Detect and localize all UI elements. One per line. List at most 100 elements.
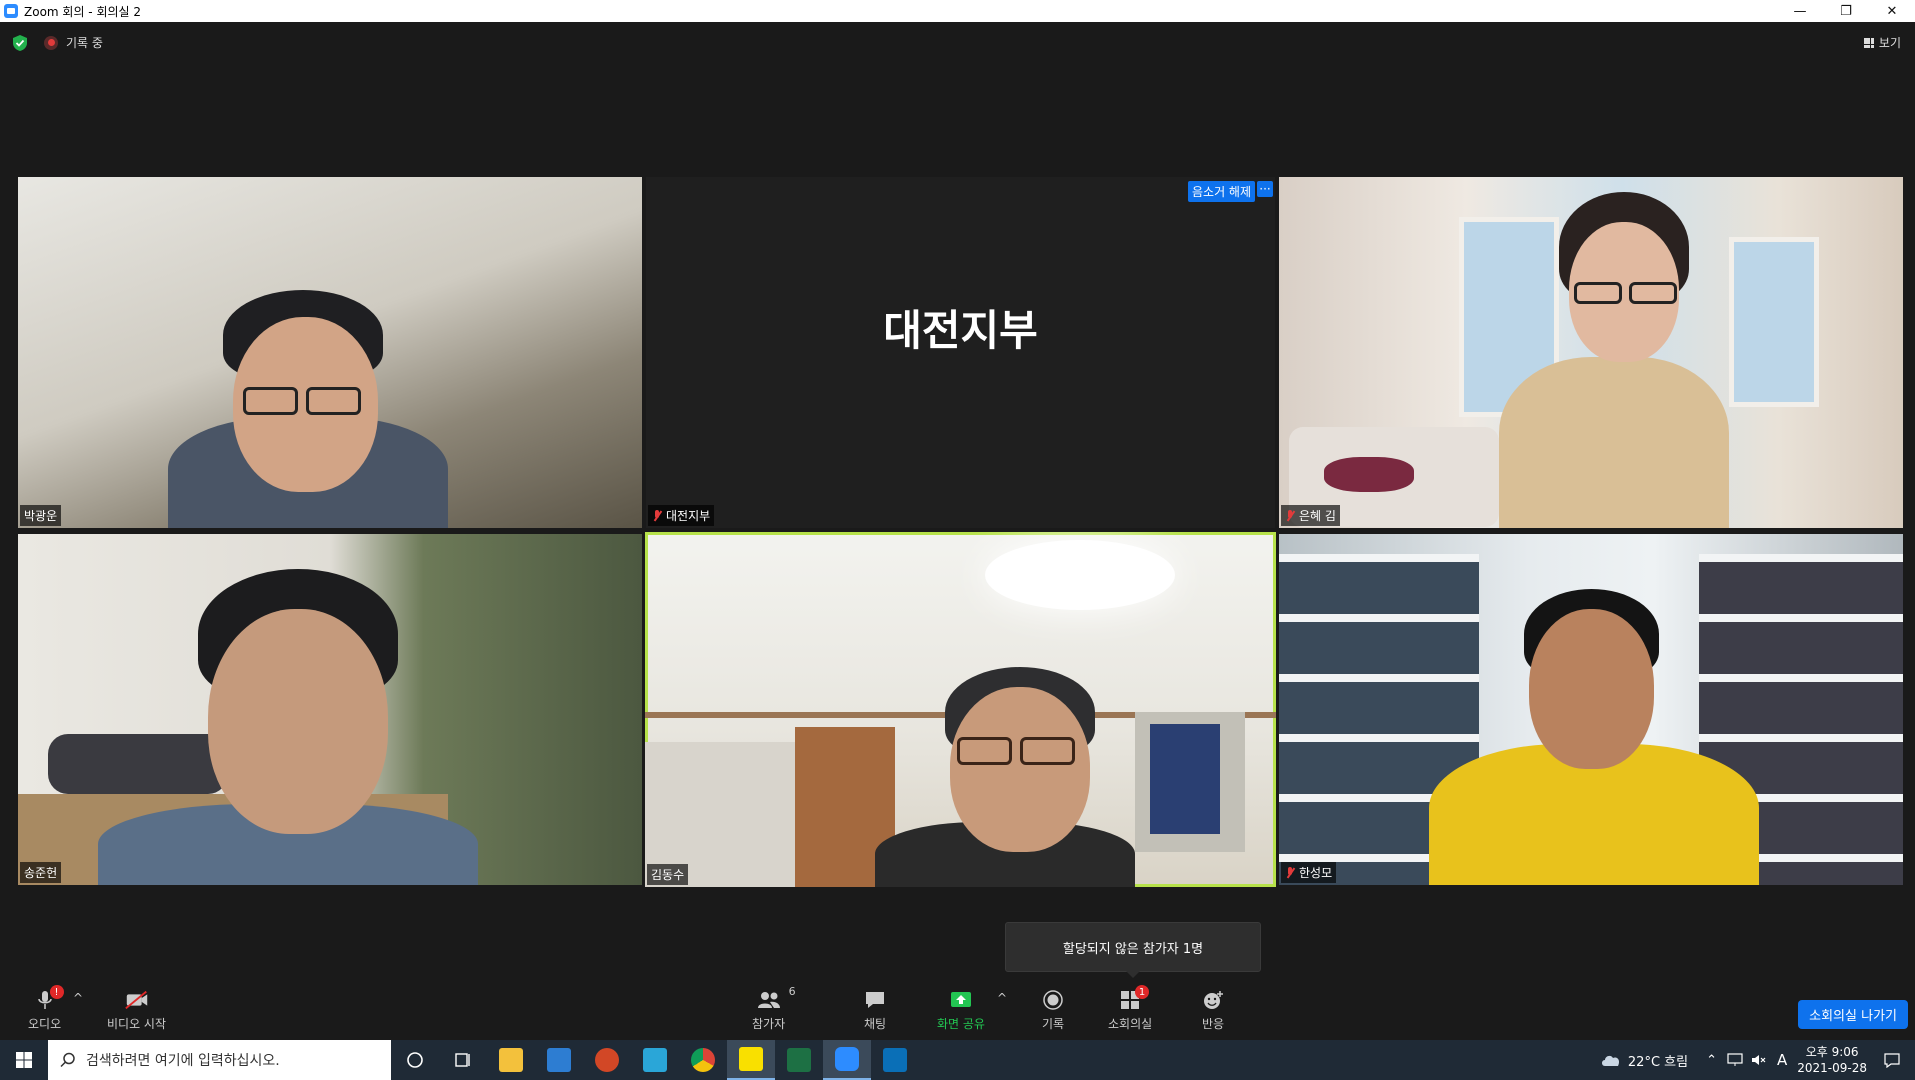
participant-center-name: 대전지부 [883,306,1038,355]
view-button[interactable]: 보기 [1863,34,1901,51]
start-video-button[interactable]: 비디오 시작 [107,989,166,1032]
share-screen-button[interactable]: 화면 공유 [937,989,985,1032]
kakaotalk-button[interactable] [727,1040,775,1080]
volume-icon[interactable] [1751,1053,1767,1067]
powerpoint-button[interactable] [583,1040,631,1080]
store-button[interactable] [535,1040,583,1080]
recording-label: 기록 중 [66,36,103,50]
shield-icon[interactable] [12,34,28,52]
video-tile-6[interactable]: 한성모 [1279,534,1903,885]
minimize-button[interactable]: — [1777,0,1823,22]
input-method-indicator[interactable]: A [1777,1051,1787,1069]
participant-name-tag: 대전지부 [648,505,715,526]
video-tile-2[interactable]: 대전지부 음소거 해제 ··· 대전지부 [646,177,1275,528]
windows-taskbar: 검색하려면 여기에 입력하십시오. 22°C 흐림 ⌃ A 오후 9:06 20… [0,1040,1915,1080]
muted-mic-icon [1285,509,1295,522]
video-label: 비디오 시작 [107,1017,167,1031]
video-tile-3[interactable]: 은혜 김 [1279,177,1903,528]
zoom-app-icon [4,4,18,18]
participant-video [1279,177,1903,528]
unmute-request-button[interactable]: 음소거 해제 [1187,181,1255,202]
participant-video [18,177,642,528]
grid-icon [1863,37,1874,48]
participant-name-tag: 박광운 [20,505,62,526]
participant-name-tag: 김동수 [647,864,689,885]
network-icon[interactable] [1727,1053,1743,1067]
cortana-button[interactable] [391,1040,439,1080]
notification-icon[interactable] [1883,1052,1901,1068]
record-button[interactable]: 기록 [1040,989,1066,1032]
taskbar-search-box[interactable]: 검색하려면 여기에 입력하십시오. [48,1040,391,1080]
participants-label: 참가자 [752,1017,786,1031]
kakaotalk-icon [739,1047,763,1071]
restore-button[interactable]: ❐ [1823,0,1869,22]
chrome-button[interactable] [679,1040,727,1080]
audio-button[interactable]: ! 오디오 [28,985,64,1032]
microphone-icon: ! [32,985,64,1011]
video-tile-4[interactable]: 송준헌 [18,534,642,885]
chat-label: 채팅 [863,1017,887,1031]
leave-breakout-room-button[interactable]: 소회의실 나가기 [1798,1000,1908,1029]
muted-mic-icon [652,509,662,522]
cortana-icon [407,1052,423,1068]
participants-button[interactable]: 6 참가자 [752,985,796,1032]
cloud-icon [1601,1055,1619,1066]
participant-video [645,532,1276,887]
breakout-rooms-button[interactable]: 1 소회의실 [1108,985,1153,1032]
reactions-label: 반응 [1201,1017,1225,1031]
share-screen-icon [948,989,974,1011]
record-label: 기록 [1041,1017,1065,1031]
share-options-caret[interactable]: ^ [997,991,1007,1005]
unassigned-participants-tooltip: 할당되지 않은 참가자 1명 [1005,922,1261,978]
participant-video [18,534,642,885]
participant-name-tag: 한성모 [1281,862,1337,883]
excel-button[interactable] [775,1040,823,1080]
task-view-button[interactable] [439,1040,487,1080]
record-icon [1040,989,1066,1011]
start-button[interactable] [0,1040,48,1080]
app-button[interactable] [631,1040,679,1080]
breakout-rooms-icon: 1 [1117,985,1150,1011]
audio-label: 오디오 [28,1017,62,1031]
windows-logo-icon [16,1052,32,1068]
participant-name-tag: 송준헌 [20,862,62,883]
zoom-icon [835,1047,859,1071]
folder-icon [499,1048,523,1072]
powerpoint-icon [595,1048,619,1072]
excel-icon [787,1048,811,1072]
search-placeholder: 검색하려면 여기에 입력하십시오. [86,1053,280,1069]
title-bar: Zoom 회의 - 회의실 2 — ❐ ✕ [0,0,1915,22]
recording-indicator[interactable]: 기록 중 [44,34,103,51]
zoom-button[interactable] [823,1040,871,1080]
chat-button[interactable]: 채팅 [862,989,888,1032]
weather-text[interactable]: 22°C 흐림 [1628,1051,1688,1070]
clock[interactable]: 오후 9:06 2021-09-28 [1797,1044,1867,1076]
video-tile-5-active-speaker[interactable]: 김동수 [645,532,1276,887]
share-label: 화면 공유 [937,1017,985,1031]
audio-options-caret[interactable]: ^ [73,991,83,1005]
show-hidden-icons-icon[interactable]: ⌃ [1706,1053,1717,1068]
participant-name-tag: 은혜 김 [1281,505,1340,526]
audio-warning-badge: ! [49,985,64,999]
video-tile-1[interactable]: 박광운 [18,177,642,528]
video-off-icon [124,989,150,1011]
reactions-button[interactable]: 반응 [1200,989,1226,1032]
system-tray: 22°C 흐림 ⌃ A 오후 9:06 2021-09-28 [1600,1040,1915,1080]
search-icon [60,1052,75,1068]
breakout-badge: 1 [1135,985,1150,999]
more-options-button[interactable]: ··· [1257,181,1273,197]
meeting-top-bar: 기록 중 보기 [0,22,1915,64]
participant-video [1279,534,1903,885]
participants-count: 6 [788,985,796,998]
breakout-label: 소회의실 [1108,1017,1153,1031]
chat-icon [862,989,888,1011]
record-icon [44,35,58,50]
meeting-toolbar: ! 오디오 ^ 비디오 시작 6 참가자 채팅 화면 공유 ^ 기록 1 소회의… [0,985,1915,1040]
clock-date: 2021-09-28 [1797,1061,1867,1075]
window-controls: — ❐ ✕ [1777,0,1915,22]
close-button[interactable]: ✕ [1869,0,1915,22]
window-title: Zoom 회의 - 회의실 2 [24,4,142,19]
file-explorer-button[interactable] [487,1040,535,1080]
reaction-icon [1200,989,1226,1011]
photos-button[interactable] [871,1040,919,1080]
